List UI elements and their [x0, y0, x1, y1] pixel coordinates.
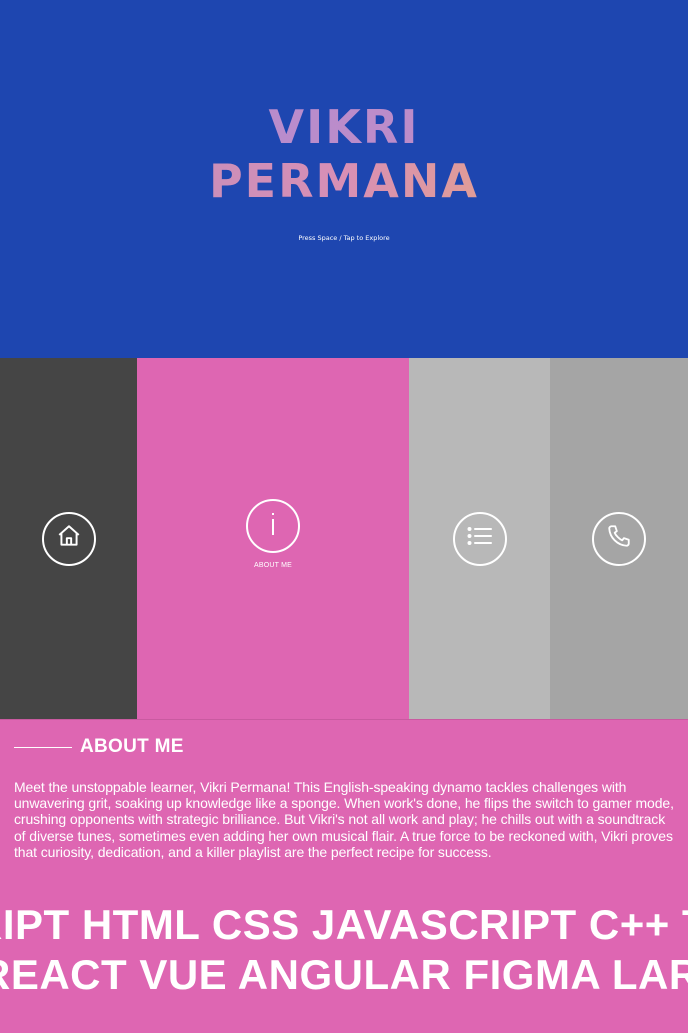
about-button[interactable]	[246, 499, 300, 553]
hero-title-first-name: VIKRI	[0, 100, 688, 154]
about-caption: ABOUT ME	[253, 562, 293, 569]
home-button[interactable]	[41, 511, 96, 566]
nav-panels: ABOUT ME	[0, 358, 688, 719]
nav-panel-contact[interactable]	[550, 358, 688, 719]
about-heading: ABOUT ME	[14, 736, 184, 758]
home-icon	[56, 523, 82, 554]
list-button[interactable]	[452, 511, 507, 566]
hero-section: VIKRI PERMANA Press Space / Tap to Explo…	[0, 0, 688, 358]
heading-rule	[14, 746, 72, 748]
nav-panel-about[interactable]: ABOUT ME	[137, 358, 409, 719]
skills-marquee-line-2: REACT VUE ANGULAR FIGMA LARA	[0, 951, 688, 998]
explore-hint: Press Space / Tap to Explore	[298, 234, 390, 242]
nav-panel-portfolio[interactable]	[409, 358, 550, 719]
about-description: Meet the unstoppable learner, Vikri Perm…	[14, 779, 674, 860]
info-icon	[263, 511, 283, 542]
nav-panel-home[interactable]	[0, 358, 137, 719]
skills-marquee-line-1: RIPT HTML CSS JAVASCRIPT C++ T	[0, 901, 688, 948]
hero-title-last-name: PERMANA	[0, 154, 688, 208]
list-icon	[467, 526, 493, 551]
phone-icon	[606, 523, 632, 554]
hero-title: VIKRI PERMANA	[0, 100, 688, 208]
about-title: ABOUT ME	[80, 736, 184, 757]
contact-button[interactable]	[592, 511, 646, 566]
about-section: ABOUT ME Meet the unstoppable learner, V…	[0, 719, 688, 1033]
